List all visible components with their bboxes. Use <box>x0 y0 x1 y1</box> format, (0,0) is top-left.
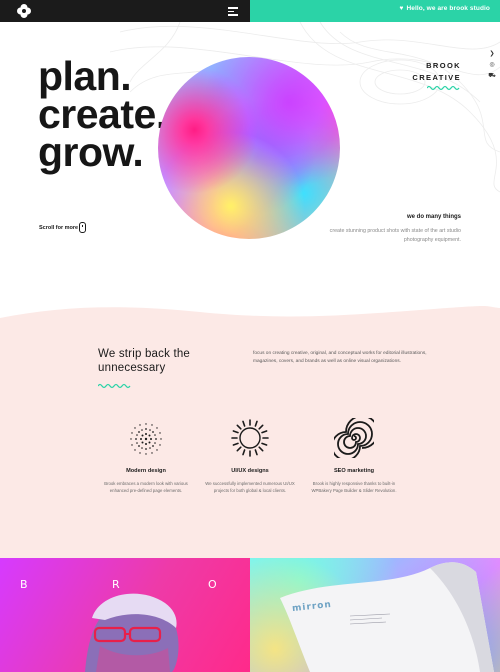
feature-modern-design: Modern design Brook embraces a modern lo… <box>98 420 194 495</box>
greeting-link[interactable]: ♥ Hello, we are brook studio <box>400 5 490 12</box>
brand-line-1: BROOK <box>426 61 461 70</box>
portfolio-item-right[interactable]: mirron <box>250 558 500 672</box>
ring-burst-icon <box>231 419 269 457</box>
feature-title: SEO marketing <box>333 468 375 474</box>
heart-icon: ♥ <box>399 5 404 12</box>
greeting-text: Hello, we are brook studio <box>406 5 490 12</box>
clover-logo-icon[interactable] <box>16 3 32 19</box>
portfolio-letter-o: O <box>208 578 218 591</box>
intro-text: focus on creating creative, original, an… <box>253 351 427 365</box>
dotted-circle-icon <box>130 423 162 455</box>
wave-underline-icon <box>427 85 460 91</box>
tagline-description: create stunning product shots with state… <box>329 228 461 244</box>
intro-title-line-2: unnecessary <box>98 361 166 374</box>
wave-underline-icon <box>98 383 131 389</box>
tagline: we do many things <box>406 214 461 220</box>
feature-seo-marketing: SEO marketing Brook is highly responsive… <box>306 418 402 495</box>
hamburger-menu-icon[interactable] <box>228 7 238 16</box>
feature-title: Modern design <box>126 468 166 474</box>
gradient-orb-image <box>158 57 340 239</box>
social-side-bar: ❯ ◎ ⛟ <box>488 50 496 84</box>
feature-title: UI/UX designs <box>231 468 269 474</box>
twitter-icon[interactable]: ❯ <box>488 50 496 57</box>
intro-title-line-1: We strip back the <box>98 348 191 360</box>
intro-title: We strip back the unnecessary <box>98 348 190 376</box>
cart-icon[interactable]: ⛟ <box>488 72 496 80</box>
feature-uiux-designs: UI/UX designs We successfully implemente… <box>202 418 298 495</box>
portfolio-item-left[interactable]: B R O <box>0 558 250 672</box>
scroll-for-more-label[interactable]: Scroll for more <box>39 225 78 231</box>
brand-name: BROOK CREATIVE <box>412 60 461 83</box>
feature-description: Brook is highly responsive thanks to bui… <box>311 481 397 493</box>
hero-section: plan. create. grow. BROOK CREATIVE Scrol… <box>0 22 500 322</box>
portrait-image <box>85 593 179 672</box>
portfolio-letter-r: R <box>112 578 121 591</box>
feature-description: Brook embraces a modern look with variou… <box>104 481 188 493</box>
instagram-icon[interactable]: ◎ <box>488 61 496 68</box>
headline-grow: grow. <box>38 129 144 175</box>
top-bar-right: ♥ Hello, we are brook studio <box>250 0 500 22</box>
mouse-scroll-icon[interactable] <box>79 222 86 233</box>
top-bar-left <box>0 0 250 22</box>
feature-description: We successfully implemented numerous UI/… <box>205 481 295 493</box>
top-bar: ♥ Hello, we are brook studio <box>0 0 500 22</box>
brand-line-2: CREATIVE <box>412 72 461 82</box>
portfolio-letter-b: B <box>20 578 29 591</box>
spiral-icon <box>334 418 374 458</box>
paper-mockup-image <box>280 562 494 672</box>
